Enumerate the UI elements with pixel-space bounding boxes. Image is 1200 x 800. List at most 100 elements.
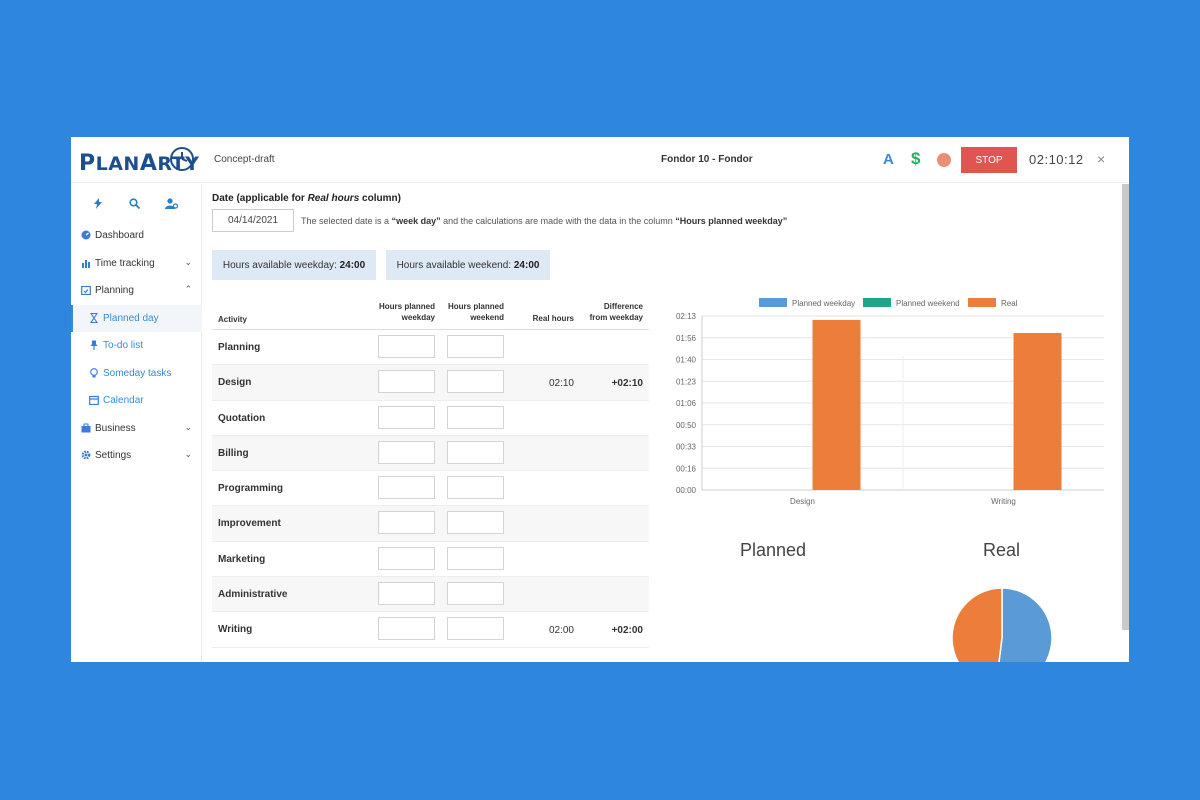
sidebar-item-calendar[interactable]: Calendar: [71, 387, 202, 415]
activity-name: Programming: [218, 483, 284, 495]
y-tick-label: 01:23: [676, 377, 697, 386]
table-body: Planning Design 02:10 +02:10 Quotation Billin…: [212, 330, 649, 648]
project-name[interactable]: Concept-draft: [214, 154, 275, 165]
planned-weekday-input[interactable]: [378, 405, 435, 429]
lightbulb-icon: [89, 367, 99, 378]
activity-name: Administrative: [218, 589, 288, 601]
activity-name: Billing: [218, 447, 249, 459]
planarty-logo[interactable]: PLANARTY: [79, 143, 199, 177]
recording-indicator: [937, 153, 951, 167]
dollar-icon[interactable]: $: [911, 149, 920, 169]
planned-weekend-input[interactable]: [447, 370, 504, 394]
activity-table: Activity Hours planned weekday Hours plan…: [212, 287, 649, 648]
bar-chart-svg: Planned weekday Planned weekend Real 00:00 0…: [676, 298, 1104, 506]
y-tick-label: 01:40: [676, 356, 697, 365]
date-label: Date (applicable for Real hours column): [212, 193, 401, 204]
real-hours-value: 02:00: [548, 625, 574, 637]
date-input[interactable]: [212, 209, 294, 232]
lightning-icon[interactable]: [93, 198, 103, 212]
table-row: Administrative: [212, 577, 649, 613]
x-tick-label: Design: [790, 497, 815, 506]
app-window: PLANARTY Concept-draft Fondor 10 - Fondo…: [71, 137, 1129, 662]
hours-available-weekend-box: Hours available weekend: 24:00: [386, 250, 550, 280]
real-pie-chart: [951, 587, 1053, 662]
table-row: Programming: [212, 471, 649, 507]
header-planned-weekend: Hours planned weekend: [447, 302, 504, 322]
planned-weekend-input[interactable]: [447, 335, 504, 358]
legend-label: Planned weekday: [792, 299, 855, 308]
top-header: PLANARTY Concept-draft Fondor 10 - Fondo…: [71, 137, 1129, 183]
activity-name: Writing: [218, 624, 253, 636]
y-tick-label: 01:06: [676, 399, 697, 408]
hours-available-weekday-box: Hours available weekday: 24:00: [212, 250, 376, 280]
sidebar-item-time-tracking[interactable]: Time tracking ⌄: [71, 250, 202, 278]
close-icon[interactable]: ×: [1097, 151, 1105, 167]
difference-value: +02:00: [611, 625, 643, 637]
table-row: Quotation: [212, 401, 649, 436]
planned-weekend-input[interactable]: [447, 440, 504, 464]
sidebar-item-dashboard[interactable]: Dashboard: [71, 222, 202, 250]
header-activity: Activity: [218, 315, 247, 324]
chevron-down-icon[interactable]: ⌄: [184, 422, 192, 433]
difference-value: +02:10: [611, 378, 643, 390]
translate-icon[interactable]: A: [883, 151, 894, 168]
sidebar-item-planned-day[interactable]: Planned day: [71, 304, 202, 332]
planned-weekend-input[interactable]: [447, 617, 504, 641]
sidebar-item-todo-list[interactable]: To-do list: [71, 332, 202, 360]
pin-icon: [89, 340, 99, 350]
planned-weekday-input[interactable]: [378, 335, 435, 358]
sidebar-item-someday-tasks[interactable]: Someday tasks: [71, 360, 202, 388]
y-tick-label: 02:13: [676, 312, 697, 321]
planned-weekend-input[interactable]: [447, 582, 504, 606]
date-note: The selected date is a “week day” and th…: [301, 216, 788, 226]
dashboard-icon: [81, 230, 91, 240]
pie-slice-design: [998, 587, 1053, 662]
stop-button[interactable]: STOP: [961, 147, 1017, 173]
planned-pie-title: Planned: [740, 540, 807, 560]
y-tick-label: 00:33: [676, 443, 697, 452]
planned-weekend-input[interactable]: [447, 476, 504, 500]
search-icon[interactable]: [129, 198, 141, 212]
sidebar-nav: Dashboard Time tracking ⌄ Planning ⌃ Pla…: [71, 222, 202, 470]
planned-weekday-input[interactable]: [378, 370, 435, 394]
bar-writing: [1013, 333, 1062, 490]
y-tick-label: 01:56: [676, 334, 697, 343]
table-header: Activity Hours planned weekday Hours plan…: [212, 287, 649, 330]
sidebar-item-settings[interactable]: Settings ⌄: [71, 442, 202, 470]
planned-weekend-input[interactable]: [447, 405, 504, 429]
chevron-down-icon[interactable]: ⌄: [184, 449, 192, 460]
sidebar-item-business[interactable]: Business ⌄: [71, 415, 202, 443]
sidebar-item-planning[interactable]: Planning ⌃: [71, 277, 202, 305]
planned-weekday-input[interactable]: [378, 440, 435, 464]
clock-icon: [170, 147, 194, 171]
header-difference: Difference from weekday: [589, 302, 643, 322]
table-row: Design 02:10 +02:10: [212, 365, 649, 401]
planned-weekday-input[interactable]: [378, 476, 435, 500]
y-tick-label: 00:00: [676, 486, 697, 495]
table-row: Billing: [212, 435, 649, 472]
hours-bar-chart: Planned weekday Planned weekend Real 00:00 0…: [664, 292, 1119, 517]
briefcase-icon: [81, 423, 91, 433]
vertical-scrollbar[interactable]: [1122, 184, 1129, 630]
planned-weekend-input[interactable]: [447, 546, 504, 570]
planned-weekday-input[interactable]: [378, 511, 435, 535]
real-pie-title: Real: [983, 540, 1021, 560]
pie-slice-writing: [951, 587, 1003, 662]
gear-icon: [81, 450, 91, 460]
y-tick-label: 00:50: [676, 421, 697, 430]
activity-name: Improvement: [218, 518, 281, 530]
planned-weekday-input[interactable]: [378, 582, 435, 606]
activity-name: Quotation: [218, 412, 266, 424]
hourglass-icon: [89, 312, 99, 323]
table-row: Planning: [212, 330, 649, 366]
planned-weekday-input[interactable]: [378, 617, 435, 641]
chevron-down-icon[interactable]: ⌄: [184, 257, 192, 268]
real-hours-value: 02:10: [548, 378, 574, 390]
client-name: Fondor 10 - Fondor: [661, 154, 753, 165]
planned-weekend-input[interactable]: [447, 511, 504, 535]
chevron-up-icon[interactable]: ⌃: [184, 284, 192, 295]
legend-label: Real: [1001, 299, 1018, 308]
legend-swatch: [759, 298, 787, 307]
planned-weekday-input[interactable]: [378, 546, 435, 570]
user-settings-icon[interactable]: [165, 198, 179, 212]
